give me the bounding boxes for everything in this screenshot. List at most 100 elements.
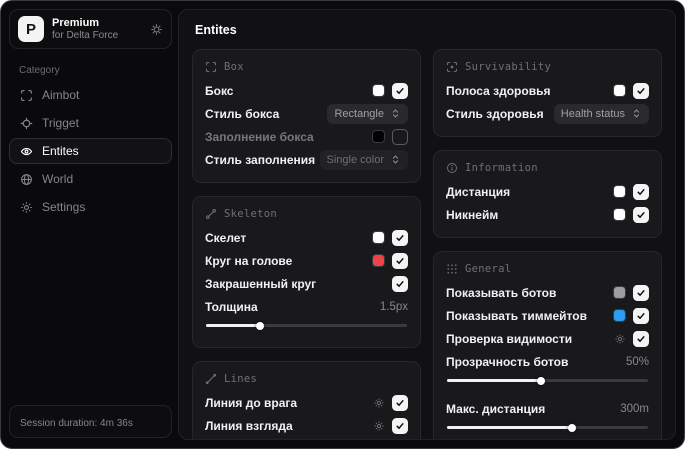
page-title: Entites	[195, 23, 237, 37]
section-header: Lines	[224, 373, 258, 385]
section-box: Box Бокс Стиль бокса Rectangle Заполнени…	[192, 49, 421, 183]
sidebar-item-label: Entites	[42, 144, 79, 158]
globe-icon	[20, 173, 33, 186]
setting-row: Скелет	[205, 226, 408, 249]
section-survivability: Survivability Полоса здоровья Стиль здор…	[433, 49, 662, 137]
color-swatch[interactable]	[613, 309, 626, 322]
sidebar-item-label: Settings	[42, 200, 86, 214]
color-swatch[interactable]	[372, 84, 385, 97]
main-panel: Entites Box Бокс Стиль бокса Rectangle З…	[178, 9, 676, 440]
focus-dot-icon	[446, 61, 458, 73]
setting-row: Никнейм	[446, 203, 649, 226]
color-swatch[interactable]	[613, 208, 626, 221]
info-icon	[446, 162, 458, 174]
app-window: P Premium for Delta Force Category Aimbo…	[0, 0, 685, 449]
color-swatch[interactable]	[372, 254, 385, 267]
checkbox[interactable]	[633, 330, 649, 347]
setting-row: Толщина 1.5px	[205, 295, 408, 318]
sidebar-item-label: World	[42, 172, 74, 186]
row-label: Макс. дистанция	[446, 401, 546, 416]
color-swatch[interactable]	[613, 286, 626, 299]
row-label: Прозрачность ботов	[446, 354, 569, 369]
section-header: Box	[224, 61, 244, 73]
sidebar-item-entites[interactable]: Entites	[9, 138, 172, 164]
checkbox[interactable]	[633, 206, 649, 223]
checkbox[interactable]	[392, 275, 408, 292]
row-label: Стиль бокса	[205, 106, 280, 121]
checkbox[interactable]	[392, 82, 408, 99]
box-style-select[interactable]: Rectangle	[327, 103, 408, 124]
checkbox[interactable]	[392, 128, 408, 145]
section-header: Information	[465, 162, 538, 174]
sidebar-item-settings[interactable]: Settings	[9, 194, 172, 220]
slider-thumb[interactable]	[567, 423, 576, 432]
brand-card: P Premium for Delta Force	[9, 9, 172, 49]
setting-row: Полоса здоровья	[446, 79, 649, 102]
health-style-select[interactable]: Health status	[553, 103, 649, 124]
select-value: Health status	[560, 107, 625, 120]
bot-opacity-slider[interactable]	[447, 376, 648, 385]
section-information: Information Дистанция Никнейм	[433, 150, 662, 238]
section-header: Survivability	[465, 61, 552, 73]
row-label: Стиль здоровья	[446, 106, 544, 121]
slider-thumb[interactable]	[256, 321, 265, 330]
row-label: Проверка видимости	[446, 331, 573, 346]
setting-row: Закрашенный круг	[205, 272, 408, 295]
slider-value: 50%	[625, 355, 649, 368]
row-label: Заполнение бокса	[205, 129, 314, 144]
unfold-icon	[633, 109, 640, 118]
checkbox[interactable]	[392, 417, 408, 434]
checkbox[interactable]	[633, 284, 649, 301]
section-header: General	[465, 263, 512, 275]
setting-row: Линия взгляда	[205, 414, 408, 437]
gear-icon[interactable]	[373, 397, 385, 409]
checkbox[interactable]	[392, 252, 408, 269]
unfold-icon	[392, 155, 399, 164]
sidebar-item-label: Aimbot	[42, 88, 80, 102]
checkbox[interactable]	[633, 183, 649, 200]
max-distance-slider[interactable]	[447, 423, 648, 432]
setting-row: Дистанция	[446, 180, 649, 203]
setting-row: Заполнение бокса	[205, 125, 408, 148]
row-label: Никнейм	[446, 207, 499, 222]
slider-thumb[interactable]	[537, 376, 546, 385]
bone-icon	[205, 208, 217, 220]
target-icon	[20, 117, 33, 130]
gear-icon[interactable]	[614, 333, 626, 345]
setting-row: Прозрачность ботов 50%	[446, 350, 649, 373]
row-label: Линия до врага	[205, 395, 298, 410]
section-lines: Lines Линия до врага Линия взгляда	[192, 361, 421, 439]
sidebar-item-trigget[interactable]: Trigget	[9, 110, 172, 136]
color-swatch[interactable]	[372, 130, 385, 143]
crosshair-corners-icon	[20, 89, 33, 102]
checkbox[interactable]	[633, 82, 649, 99]
fill-style-select[interactable]: Single color	[319, 149, 408, 170]
session-duration-text: Session duration: 4m 36s	[20, 418, 133, 429]
checkbox[interactable]	[633, 307, 649, 324]
section-skeleton: Skeleton Скелет Круг на голове Закрашенн…	[192, 196, 421, 348]
row-label: Круг на голове	[205, 253, 293, 268]
row-label: Стиль заполнения	[205, 152, 316, 167]
row-label: Толщина	[205, 299, 258, 314]
gear-icon[interactable]	[373, 420, 385, 432]
section-header: Skeleton	[224, 208, 277, 220]
select-value: Rectangle	[334, 107, 384, 120]
sidebar-item-label: Trigget	[42, 116, 79, 130]
sidebar-item-world[interactable]: World	[9, 166, 172, 192]
checkbox[interactable]	[392, 394, 408, 411]
eye-scan-icon	[20, 145, 33, 158]
color-swatch[interactable]	[613, 84, 626, 97]
row-label: Полоса здоровья	[446, 83, 551, 98]
session-duration-card: Session duration: 4m 36s	[9, 405, 172, 438]
sidebar-item-aimbot[interactable]: Aimbot	[9, 82, 172, 108]
color-swatch[interactable]	[613, 185, 626, 198]
color-swatch[interactable]	[372, 231, 385, 244]
gear-icon[interactable]	[150, 23, 163, 36]
checkbox[interactable]	[392, 229, 408, 246]
thickness-slider[interactable]	[206, 321, 407, 330]
setting-row: Бокс	[205, 79, 408, 102]
setting-row: Показывать ботов	[446, 281, 649, 304]
gear-icon	[20, 201, 33, 214]
row-label: Скелет	[205, 230, 247, 245]
sidebar: P Premium for Delta Force Category Aimbo…	[9, 9, 172, 440]
